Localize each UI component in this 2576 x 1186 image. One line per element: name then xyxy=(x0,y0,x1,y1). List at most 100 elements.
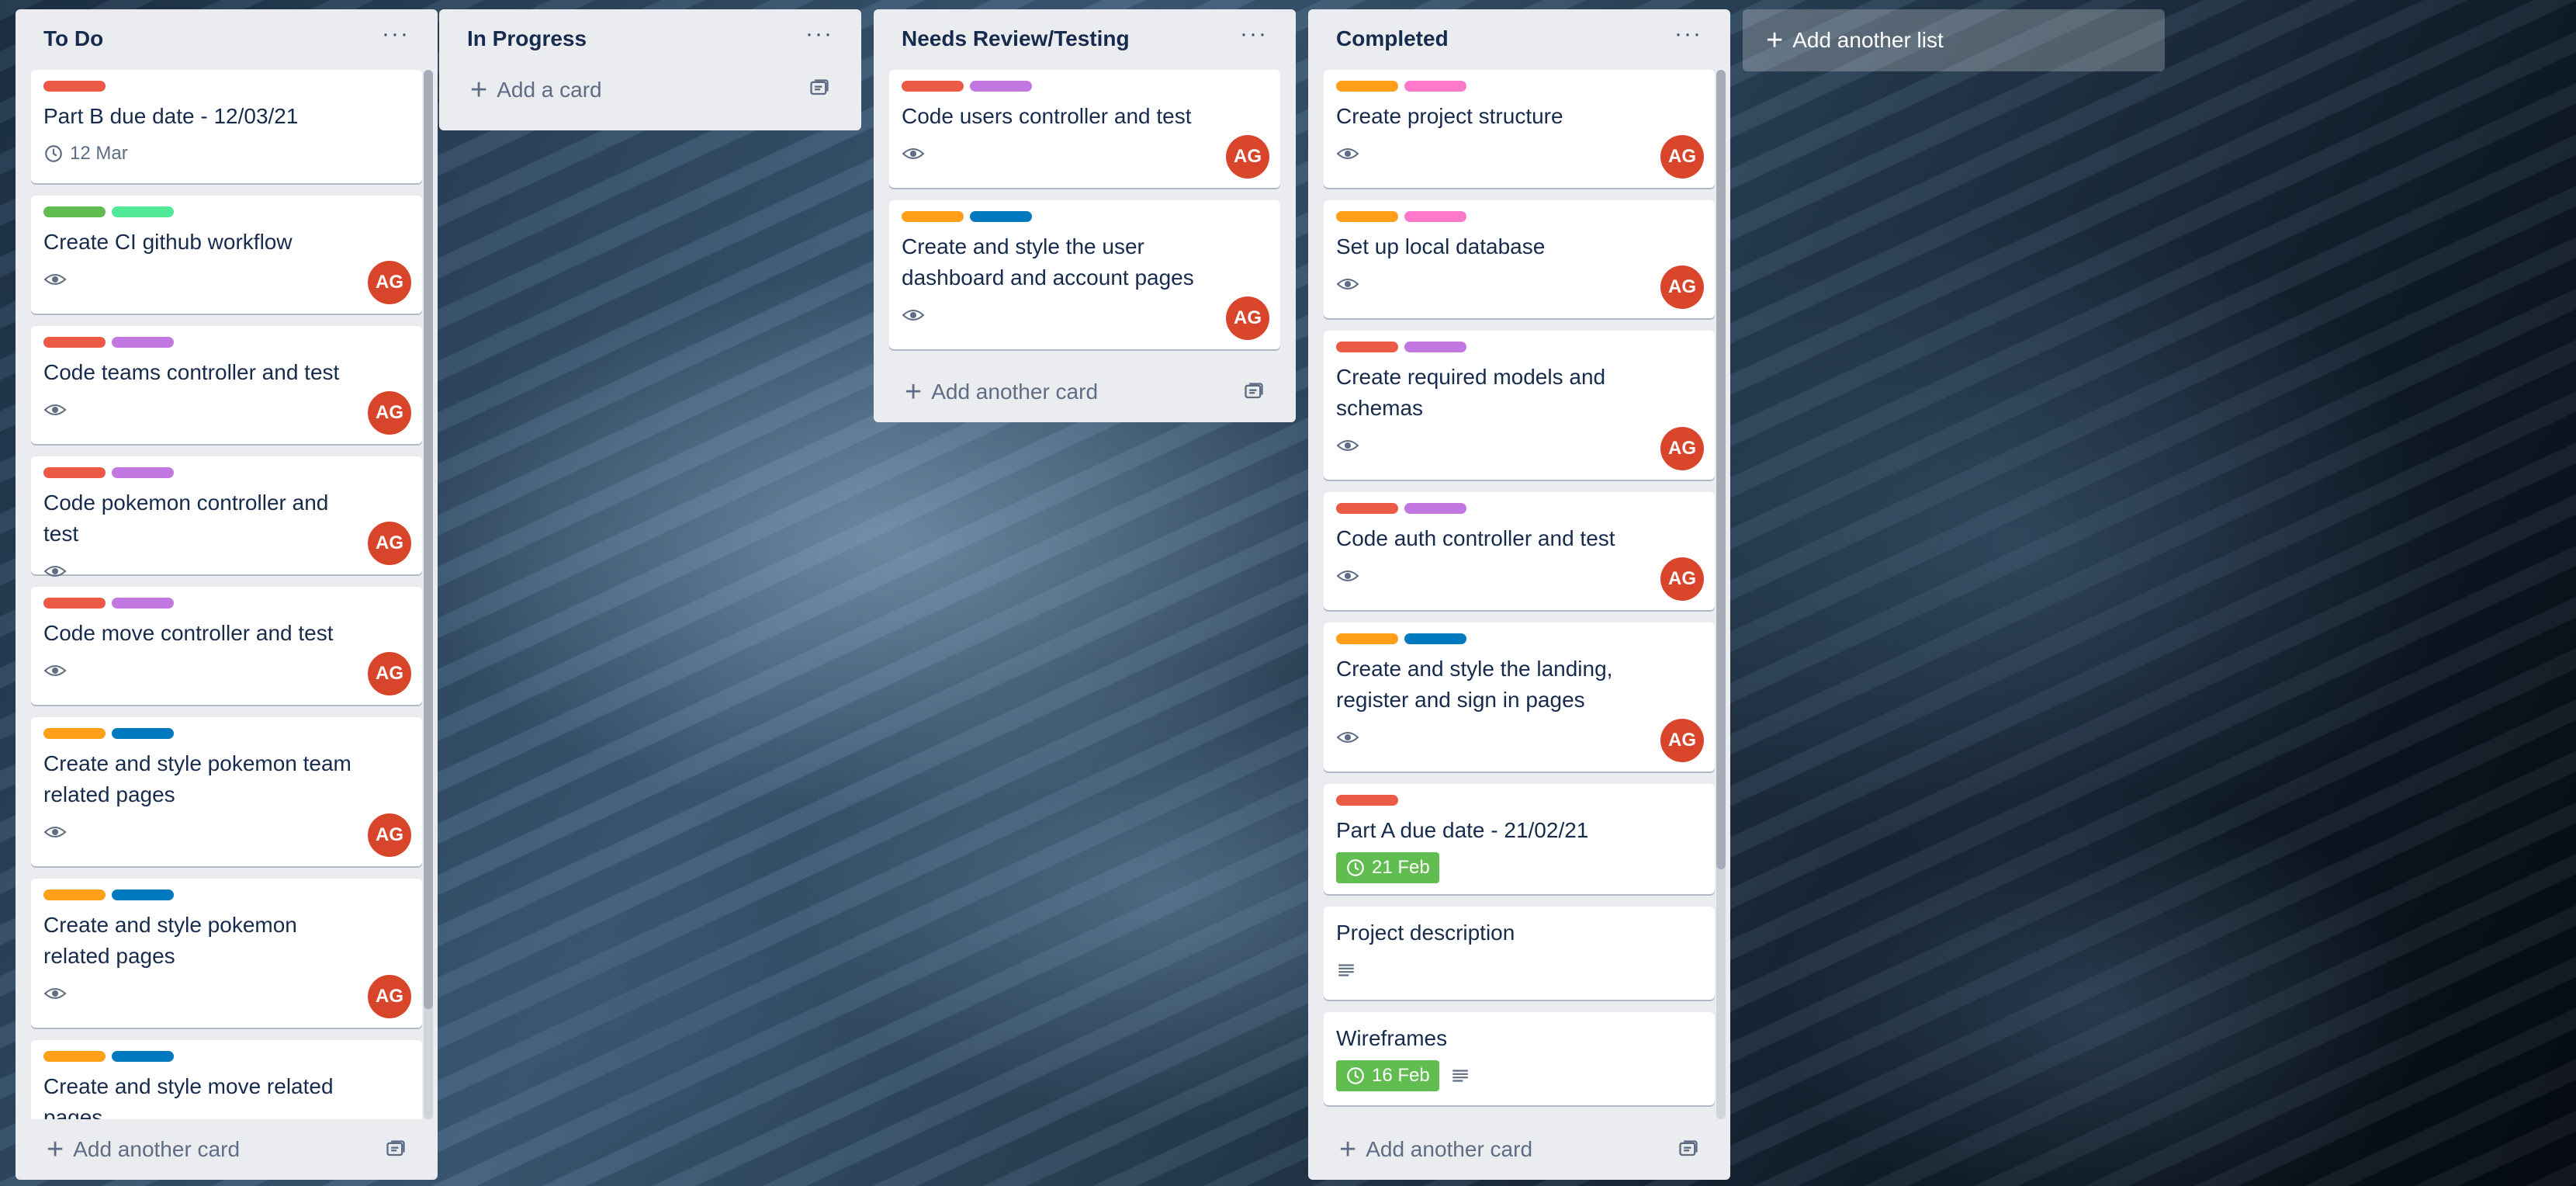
add-list-button[interactable]: + Add another list xyxy=(1743,9,2165,71)
list-title[interactable]: Needs Review/Testing xyxy=(888,26,1130,51)
card-badges xyxy=(902,138,1268,169)
ellipsis-icon[interactable]: ··· xyxy=(1674,23,1702,46)
card[interactable]: Create and style move related pages xyxy=(31,1040,422,1119)
label-orange[interactable] xyxy=(1336,81,1398,92)
add-card-button[interactable]: + Add another card xyxy=(889,377,1099,407)
avatar[interactable]: AG xyxy=(1660,265,1704,309)
add-card-button[interactable]: + Add another card xyxy=(1324,1135,1532,1164)
avatar[interactable]: AG xyxy=(1660,427,1704,470)
label-purple[interactable] xyxy=(112,337,174,348)
label-blue[interactable] xyxy=(112,890,174,900)
card-badges: 16 Feb xyxy=(1336,1060,1702,1091)
list-footer: + Add a card xyxy=(439,70,861,121)
card-labels xyxy=(43,890,410,900)
avatar[interactable]: AG xyxy=(1660,557,1704,601)
label-red[interactable] xyxy=(1336,795,1398,806)
list-title[interactable]: To Do xyxy=(29,26,103,51)
label-orange[interactable] xyxy=(43,890,106,900)
label-blue[interactable] xyxy=(970,211,1032,222)
avatar[interactable]: AG xyxy=(1660,719,1704,762)
ellipsis-icon[interactable]: ··· xyxy=(1240,23,1268,46)
card-labels xyxy=(902,211,1268,222)
card[interactable]: Create CI github workflow AG xyxy=(31,196,422,314)
avatar[interactable]: AG xyxy=(368,522,411,565)
avatar[interactable]: AG xyxy=(1226,296,1269,340)
card[interactable]: Create and style pokemon team related pa… xyxy=(31,717,422,866)
card-badges xyxy=(43,264,410,295)
label-orange[interactable] xyxy=(1336,633,1398,644)
eye-icon xyxy=(1336,276,1359,292)
label-red[interactable] xyxy=(43,81,106,92)
scrollbar[interactable] xyxy=(1716,70,1726,1119)
card-badges xyxy=(1336,430,1702,461)
label-orange[interactable] xyxy=(43,728,106,739)
add-card-label: Add another card xyxy=(931,380,1099,404)
label-red[interactable] xyxy=(43,598,106,609)
list-footer: + Add another card xyxy=(874,362,1296,422)
card[interactable]: Create and style the landing, register a… xyxy=(1324,622,1715,772)
card[interactable]: Part A due date - 21/02/21 21 Feb xyxy=(1324,784,1715,894)
list-title[interactable]: In Progress xyxy=(453,26,587,51)
scrollbar-thumb[interactable] xyxy=(424,70,433,1009)
card[interactable]: Create project structure AG xyxy=(1324,70,1715,188)
scrollbar-thumb[interactable] xyxy=(1716,70,1726,869)
label-red[interactable] xyxy=(902,81,964,92)
card[interactable]: Set up local database AG xyxy=(1324,200,1715,318)
label-pink[interactable] xyxy=(1404,81,1466,92)
avatar[interactable]: AG xyxy=(368,813,411,857)
label-blue[interactable] xyxy=(1404,633,1466,644)
avatar[interactable]: AG xyxy=(368,652,411,695)
card[interactable]: Code users controller and test AG xyxy=(889,70,1280,188)
card[interactable]: Create and style the user dashboard and … xyxy=(889,200,1280,349)
scrollbar[interactable] xyxy=(424,70,433,1119)
card[interactable]: Create required models and schemas AG xyxy=(1324,331,1715,480)
card-badges: 12 Mar xyxy=(43,138,410,169)
card[interactable]: Part B due date - 12/03/21 12 Mar xyxy=(31,70,422,183)
label-blue[interactable] xyxy=(112,728,174,739)
card[interactable]: Wireframes 16 Feb xyxy=(1324,1012,1715,1105)
label-red[interactable] xyxy=(43,467,106,478)
eye-icon xyxy=(1336,438,1359,453)
card[interactable]: Create and style pokemon related pages A… xyxy=(31,879,422,1028)
label-orange[interactable] xyxy=(43,1051,106,1062)
label-orange[interactable] xyxy=(1336,211,1398,222)
avatar[interactable]: AG xyxy=(1226,135,1269,179)
label-purple[interactable] xyxy=(112,598,174,609)
card[interactable]: Code teams controller and test AG xyxy=(31,326,422,444)
due-date-badge[interactable]: 16 Feb xyxy=(1336,1060,1439,1091)
list-title[interactable]: Completed xyxy=(1322,26,1449,51)
due-date-badge[interactable]: 21 Feb xyxy=(1336,852,1439,883)
label-pink[interactable] xyxy=(1404,211,1466,222)
ellipsis-icon[interactable]: ··· xyxy=(805,23,833,46)
card-template-icon[interactable] xyxy=(385,1139,407,1160)
ellipsis-icon[interactable]: ··· xyxy=(382,23,410,46)
card[interactable]: Code pokemon controller and test AG xyxy=(31,456,422,577)
add-card-button[interactable]: + Add a card xyxy=(455,75,602,105)
avatar[interactable]: AG xyxy=(368,391,411,435)
label-red[interactable] xyxy=(1336,503,1398,514)
card-template-icon[interactable] xyxy=(808,78,830,99)
avatar[interactable]: AG xyxy=(368,261,411,304)
card-template-icon[interactable] xyxy=(1678,1139,1699,1160)
card[interactable]: Project description xyxy=(1324,907,1715,1000)
label-orange[interactable] xyxy=(902,211,964,222)
label-red[interactable] xyxy=(1336,342,1398,352)
add-card-button[interactable]: + Add another card xyxy=(31,1135,240,1164)
card-title: Code users controller and test xyxy=(902,104,1192,128)
card-badges xyxy=(1336,138,1702,169)
due-date-badge[interactable]: 12 Mar xyxy=(43,138,128,169)
avatar[interactable]: AG xyxy=(368,975,411,1018)
label-purple[interactable] xyxy=(112,467,174,478)
label-red[interactable] xyxy=(43,337,106,348)
avatar[interactable]: AG xyxy=(1660,135,1704,179)
label-blue[interactable] xyxy=(112,1051,174,1062)
list-footer: + Add another card xyxy=(1308,1119,1730,1180)
card[interactable]: Code auth controller and test AG xyxy=(1324,492,1715,610)
label-lime[interactable] xyxy=(112,206,174,217)
label-purple[interactable] xyxy=(970,81,1032,92)
label-purple[interactable] xyxy=(1404,342,1466,352)
card-template-icon[interactable] xyxy=(1243,381,1265,403)
label-purple[interactable] xyxy=(1404,503,1466,514)
card[interactable]: Code move controller and test AG xyxy=(31,587,422,705)
label-green[interactable] xyxy=(43,206,106,217)
